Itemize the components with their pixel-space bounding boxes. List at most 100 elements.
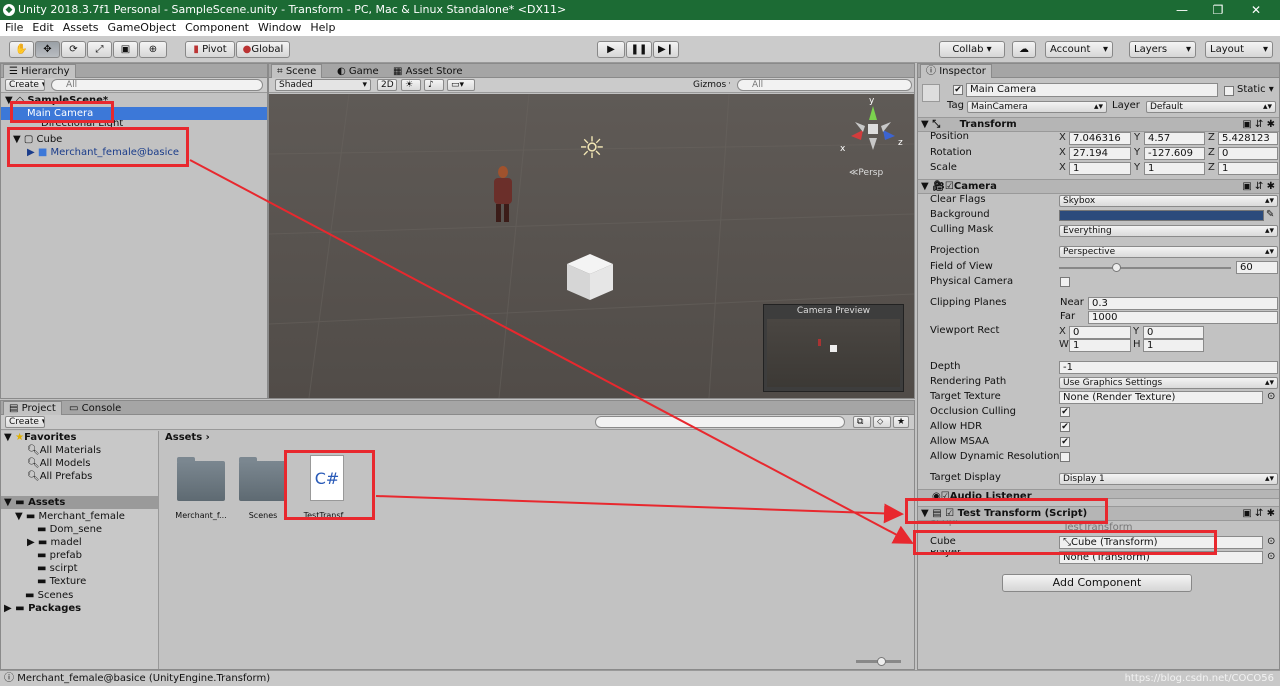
tree-folder[interactable]: ▬ Scenes (25, 589, 73, 602)
collab-button[interactable]: Collab ▾ (939, 41, 1005, 58)
audio-listener-header[interactable]: ◉☑Audio Listener (918, 489, 1279, 499)
target-display-dropdown[interactable]: Display 1 ▴▾ (1059, 473, 1278, 485)
hierarchy-item-main-camera[interactable]: Main Camera (1, 107, 267, 120)
asset-script[interactable]: C# TestTransf... (299, 455, 355, 520)
test-transform-header[interactable]: ▼ ▤ ☑ Test Transform (Script) ▣ ⇵ ✱ (918, 506, 1279, 521)
pivot-button[interactable]: ▮ Pivot (185, 41, 235, 58)
asset-folder[interactable]: Merchant_f... (173, 457, 229, 520)
static-checkbox[interactable] (1224, 86, 1234, 96)
hierarchy-item-merchant[interactable]: ▶ ■ Merchant_female@basice (27, 146, 179, 159)
menu-help[interactable]: Help (306, 20, 339, 36)
favorite-item[interactable]: 🔍︎All Prefabs (27, 470, 92, 483)
project-search-input[interactable] (595, 416, 845, 428)
tab-project[interactable]: ▤ Project (3, 401, 62, 415)
position-x-input[interactable]: 7.046316 (1069, 132, 1131, 145)
rect-tool-icon[interactable]: ▣ (113, 41, 138, 58)
breadcrumb[interactable]: Assets › (165, 431, 210, 444)
occlusion-culling-checkbox[interactable]: ✔ (1060, 407, 1070, 417)
persp-label[interactable]: ≪Persp (849, 168, 883, 178)
depth-input[interactable]: -1 (1059, 361, 1278, 374)
object-name-input[interactable]: Main Camera (966, 83, 1218, 97)
menu-file[interactable]: File (1, 20, 27, 36)
step-button[interactable]: ▶❙ (653, 41, 679, 58)
clear-flags-dropdown[interactable]: Skybox ▴▾ (1059, 195, 1278, 207)
cube-transform-field[interactable]: ⤡Cube (Transform) (1059, 536, 1263, 549)
filter-label-icon[interactable]: ⬦ (873, 416, 891, 428)
component-menu-icon[interactable]: ▣ ⇵ ✱ (1242, 507, 1275, 520)
hierarchy-create-dropdown[interactable]: Create ▾ (5, 79, 45, 91)
rotation-z-input[interactable]: 0 (1218, 147, 1278, 160)
tab-hierarchy[interactable]: ☰ Hierarchy (3, 64, 76, 78)
scene-viewport[interactable]: ☼ y x z ≪Persp Camera Preview (269, 94, 914, 398)
status-text[interactable]: Merchant_female@basice (UnityEngine.Tran… (17, 673, 270, 684)
rendering-path-dropdown[interactable]: Use Graphics Settings ▴▾ (1059, 377, 1278, 389)
asset-folder[interactable]: Scenes (235, 457, 291, 520)
filter-type-icon[interactable]: ⧉ (853, 416, 871, 428)
physical-camera-checkbox[interactable] (1060, 277, 1070, 287)
project-create-dropdown[interactable]: Create ▾ (5, 416, 45, 428)
merchant-character[interactable] (489, 166, 517, 224)
layer-dropdown[interactable]: Default ▴▾ (1146, 101, 1276, 113)
tag-dropdown[interactable]: MainCamera ▴▾ (967, 101, 1107, 113)
component-menu-icon[interactable]: ▣ ⇵ ✱ (1242, 180, 1275, 193)
favorite-item[interactable]: 🔍︎All Materials (27, 444, 101, 457)
tab-game[interactable]: ◐ Game (331, 64, 385, 78)
target-texture-field[interactable]: None (Render Texture) (1059, 391, 1263, 404)
minimize-button[interactable]: — (1164, 0, 1200, 20)
component-menu-icon[interactable]: ▣ ⇵ ✱ (1242, 118, 1275, 131)
viewport-x-input[interactable]: 0 (1069, 326, 1131, 339)
account-dropdown[interactable]: Account ▾ (1045, 41, 1113, 58)
move-tool-icon[interactable]: ✥ (35, 41, 60, 58)
scale-y-input[interactable]: 1 (1144, 162, 1205, 175)
tab-inspector[interactable]: ⓘ Inspector (920, 64, 992, 78)
layers-dropdown[interactable]: Layers ▾ (1129, 41, 1196, 58)
fov-slider[interactable] (1059, 267, 1231, 269)
packages-root[interactable]: ▶ ▬ Packages (4, 602, 81, 615)
hierarchy-item-cube[interactable]: ▼ ▢ Cube (13, 133, 62, 146)
near-input[interactable]: 0.3 (1088, 297, 1278, 310)
menu-assets[interactable]: Assets (59, 20, 103, 36)
tree-folder[interactable]: ▬ Texture (37, 575, 86, 588)
hierarchy-search-input[interactable]: All (51, 79, 263, 91)
camera-header[interactable]: ▼ 🎥︎☑Camera ▣ ⇵ ✱ (918, 179, 1279, 194)
2d-toggle[interactable]: 2D (377, 79, 397, 91)
transform-header[interactable]: ▼ ⤡ Transform ▣ ⇵ ✱ (918, 117, 1279, 132)
scene-search-input[interactable]: All (737, 79, 912, 91)
eyedropper-icon[interactable]: ✎ (1266, 208, 1274, 222)
tree-folder[interactable]: ▬ prefab (37, 549, 82, 562)
favorites-root[interactable]: ▼ ★Favorites (4, 431, 76, 444)
cloud-icon[interactable]: ☁ (1012, 41, 1036, 58)
effects-dropdown-icon[interactable]: ▭▾ (447, 79, 475, 91)
far-input[interactable]: 1000 (1088, 311, 1278, 324)
allow-hdr-checkbox[interactable]: ✔ (1060, 422, 1070, 432)
favorite-item[interactable]: 🔍︎All Models (27, 457, 91, 470)
zoom-slider-thumb[interactable] (877, 657, 886, 666)
close-button[interactable]: ✕ (1238, 0, 1274, 20)
allow-msaa-checkbox[interactable]: ✔ (1060, 437, 1070, 447)
rotation-y-input[interactable]: -127.609 (1144, 147, 1205, 160)
play-button[interactable]: ▶ (597, 41, 625, 58)
pause-button[interactable]: ❚❚ (626, 41, 652, 58)
rotation-x-input[interactable]: 27.194 (1069, 147, 1131, 160)
allow-dynamic-resolution-checkbox[interactable] (1060, 452, 1070, 462)
menu-window[interactable]: Window (254, 20, 305, 36)
object-picker-icon[interactable]: ⊙ (1267, 535, 1275, 549)
shading-dropdown[interactable]: Shaded ▾ (275, 79, 371, 91)
viewport-w-input[interactable]: 1 (1069, 339, 1131, 352)
fov-input[interactable]: 60 (1236, 261, 1278, 274)
hand-tool-icon[interactable]: ✋ (9, 41, 34, 58)
gizmos-dropdown[interactable]: Gizmos ▾ (689, 79, 731, 91)
tree-folder[interactable]: ▶ ▬ madel (27, 536, 82, 549)
sun-light-icon[interactable]: ☼ (575, 132, 609, 166)
add-component-button[interactable]: Add Component (1002, 574, 1192, 592)
hierarchy-item-directional-light[interactable]: Directional Light (1, 120, 267, 128)
scale-z-input[interactable]: 1 (1218, 162, 1278, 175)
player-transform-field[interactable]: None (Transform) (1059, 551, 1263, 564)
culling-mask-dropdown[interactable]: Everything ▴▾ (1059, 225, 1278, 237)
tree-folder[interactable]: ▬ scirpt (37, 562, 78, 575)
transform-tool-icon[interactable]: ⊕ (139, 41, 167, 58)
tree-folder[interactable]: ▼ ▬ Merchant_female (15, 510, 125, 523)
active-checkbox[interactable]: ✔ (953, 85, 963, 95)
menu-component[interactable]: Component (181, 20, 253, 36)
global-button[interactable]: ●Global (236, 41, 290, 58)
